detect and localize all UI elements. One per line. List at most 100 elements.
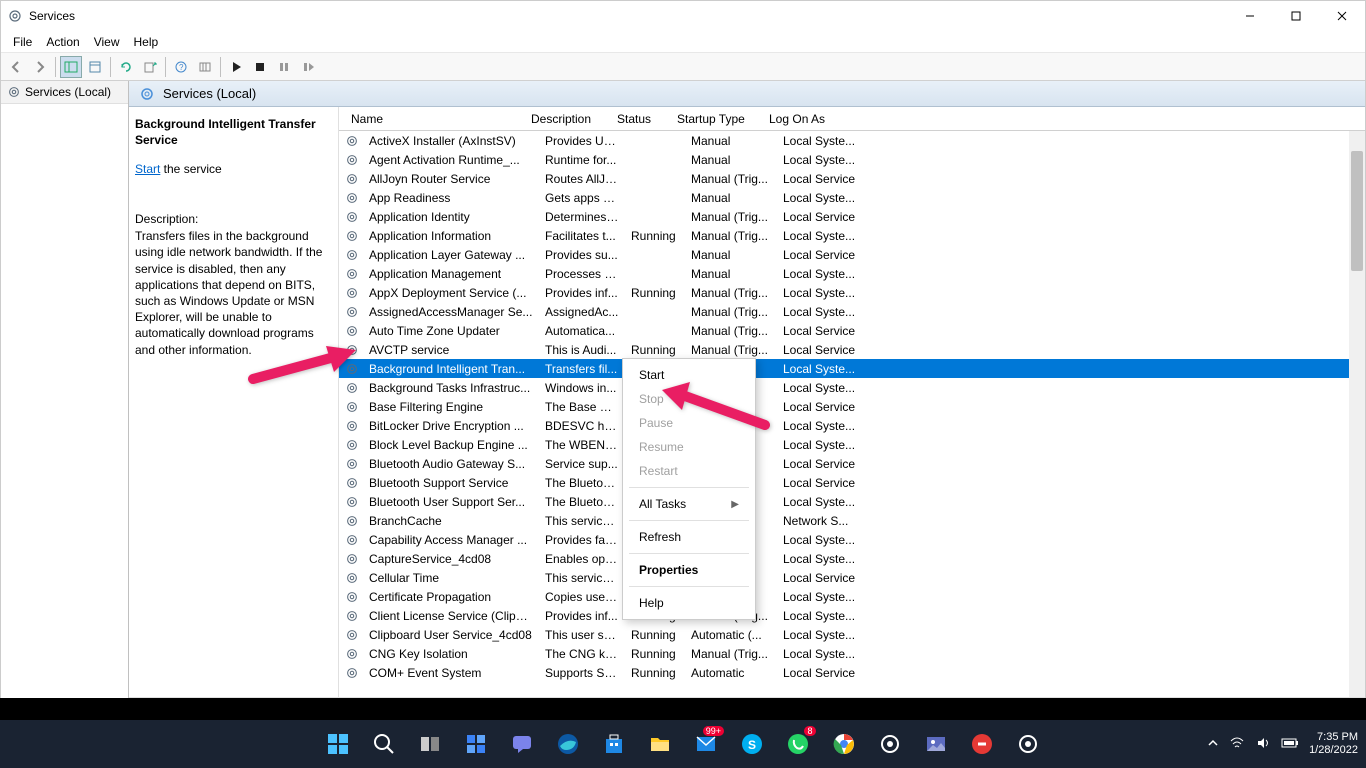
back-button[interactable] bbox=[5, 56, 27, 78]
service-desc-cell: Provides Us... bbox=[539, 134, 625, 148]
help-button[interactable]: ? bbox=[170, 56, 192, 78]
column-log-on-as[interactable]: Log On As bbox=[763, 112, 853, 126]
menu-help[interactable]: Help bbox=[134, 35, 159, 49]
service-row[interactable]: ActiveX Installer (AxInstSV)Provides Us.… bbox=[339, 131, 1365, 150]
service-row[interactable]: COM+ Event SystemSupports Sy...RunningAu… bbox=[339, 663, 1365, 682]
forward-button[interactable] bbox=[29, 56, 51, 78]
service-desc-cell: Windows in... bbox=[539, 381, 625, 395]
tray-chevron-icon[interactable] bbox=[1207, 737, 1219, 752]
whatsapp-icon[interactable]: 8 bbox=[778, 724, 818, 764]
start-service-link[interactable]: Start bbox=[135, 162, 160, 176]
column-name[interactable]: Name⌃ bbox=[345, 112, 525, 126]
service-row[interactable]: Agent Activation Runtime_...Runtime for.… bbox=[339, 150, 1365, 169]
service-row[interactable]: Bluetooth User Support Ser...The Bluetoo… bbox=[339, 492, 1365, 511]
minimize-button[interactable] bbox=[1227, 1, 1273, 31]
pictures-icon[interactable] bbox=[916, 724, 956, 764]
toolbar-extra-button[interactable] bbox=[194, 56, 216, 78]
properties-button[interactable] bbox=[84, 56, 106, 78]
stop-service-button[interactable] bbox=[249, 56, 271, 78]
gear-app-icon[interactable] bbox=[1008, 724, 1048, 764]
service-row[interactable]: Background Intelligent Tran...Transfers … bbox=[339, 359, 1365, 378]
service-row[interactable]: Application InformationFacilitates t...R… bbox=[339, 226, 1365, 245]
service-row[interactable]: CNG Key IsolationThe CNG ke...RunningMan… bbox=[339, 644, 1365, 663]
start-button[interactable] bbox=[318, 724, 358, 764]
service-row[interactable]: Application ManagementProcesses in...Man… bbox=[339, 264, 1365, 283]
app-icon-red[interactable] bbox=[962, 724, 1002, 764]
menu-view[interactable]: View bbox=[94, 35, 120, 49]
close-button[interactable] bbox=[1319, 1, 1365, 31]
service-row[interactable]: BitLocker Drive Encryption ...BDESVC hos… bbox=[339, 416, 1365, 435]
service-row[interactable]: Capability Access Manager ...Provides fa… bbox=[339, 530, 1365, 549]
pause-service-button[interactable] bbox=[273, 56, 295, 78]
service-row[interactable]: Base Filtering EngineThe Base Fil...Loca… bbox=[339, 397, 1365, 416]
column-description[interactable]: Description bbox=[525, 112, 611, 126]
ctx-properties[interactable]: Properties bbox=[623, 558, 755, 582]
mail-icon[interactable]: 99+ bbox=[686, 724, 726, 764]
volume-icon[interactable] bbox=[1255, 735, 1271, 754]
widgets-icon[interactable] bbox=[456, 724, 496, 764]
service-row[interactable]: Clipboard User Service_4cd08This user se… bbox=[339, 625, 1365, 644]
service-row[interactable]: Client License Service (ClipS...Provides… bbox=[339, 606, 1365, 625]
skype-icon[interactable]: S bbox=[732, 724, 772, 764]
service-desc-cell: Provides su... bbox=[539, 248, 625, 262]
list-body[interactable]: ActiveX Installer (AxInstSV)Provides Us.… bbox=[339, 131, 1365, 697]
menubar: File Action View Help bbox=[1, 31, 1365, 53]
menu-file[interactable]: File bbox=[13, 35, 32, 49]
tree-services-local[interactable]: Services (Local) bbox=[1, 81, 128, 104]
service-row[interactable]: Application IdentityDetermines ...Manual… bbox=[339, 207, 1365, 226]
service-row[interactable]: Block Level Backup Engine ...The WBENG..… bbox=[339, 435, 1365, 454]
chrome-icon[interactable] bbox=[824, 724, 864, 764]
search-icon[interactable] bbox=[364, 724, 404, 764]
service-logon-cell: Local Syste... bbox=[777, 381, 867, 395]
service-row[interactable]: CaptureService_4cd08Enables opti...Local… bbox=[339, 549, 1365, 568]
refresh-button[interactable] bbox=[115, 56, 137, 78]
service-row[interactable]: AVCTP serviceThis is Audi...RunningManua… bbox=[339, 340, 1365, 359]
service-row[interactable]: Bluetooth Support ServiceThe Bluetoo...L… bbox=[339, 473, 1365, 492]
restart-service-button[interactable] bbox=[297, 56, 319, 78]
service-row[interactable]: Background Tasks Infrastruc...Windows in… bbox=[339, 378, 1365, 397]
service-row[interactable]: Application Layer Gateway ...Provides su… bbox=[339, 245, 1365, 264]
service-row[interactable]: Auto Time Zone UpdaterAutomatica...Manua… bbox=[339, 321, 1365, 340]
edge-icon[interactable] bbox=[548, 724, 588, 764]
ctx-help[interactable]: Help bbox=[623, 591, 755, 615]
service-row[interactable]: App ReadinessGets apps re...ManualLocal … bbox=[339, 188, 1365, 207]
settings-icon[interactable] bbox=[870, 724, 910, 764]
service-logon-cell: Local Syste... bbox=[777, 609, 867, 623]
export-button[interactable] bbox=[139, 56, 161, 78]
service-row[interactable]: Certificate PropagationCopies user ...Lo… bbox=[339, 587, 1365, 606]
vertical-scrollbar[interactable] bbox=[1349, 131, 1365, 697]
chat-icon[interactable] bbox=[502, 724, 542, 764]
ctx-refresh[interactable]: Refresh bbox=[623, 525, 755, 549]
start-service-button[interactable] bbox=[225, 56, 247, 78]
tab-title: Services (Local) bbox=[163, 86, 256, 101]
wifi-icon[interactable] bbox=[1229, 735, 1245, 754]
ctx-all-tasks[interactable]: All Tasks▶ bbox=[623, 492, 755, 516]
sort-indicator-icon: ⌃ bbox=[385, 112, 395, 118]
store-icon[interactable] bbox=[594, 724, 634, 764]
service-logon-cell: Local Service bbox=[777, 210, 867, 224]
whatsapp-badge: 8 bbox=[804, 726, 816, 736]
task-view-icon[interactable] bbox=[410, 724, 450, 764]
service-row[interactable]: AppX Deployment Service (...Provides inf… bbox=[339, 283, 1365, 302]
service-desc-cell: This user ser... bbox=[539, 628, 625, 642]
service-row[interactable]: AllJoyn Router ServiceRoutes AllJo...Man… bbox=[339, 169, 1365, 188]
column-startup-type[interactable]: Startup Type bbox=[671, 112, 763, 126]
clock[interactable]: 7:35 PM 1/28/2022 bbox=[1309, 731, 1358, 757]
service-desc-cell: Determines ... bbox=[539, 210, 625, 224]
column-status[interactable]: Status bbox=[611, 112, 671, 126]
file-explorer-icon[interactable] bbox=[640, 724, 680, 764]
service-row[interactable]: Bluetooth Audio Gateway S...Service sup.… bbox=[339, 454, 1365, 473]
service-name-cell: COM+ Event System bbox=[363, 666, 539, 680]
service-row[interactable]: AssignedAccessManager Se...AssignedAc...… bbox=[339, 302, 1365, 321]
battery-icon[interactable] bbox=[1281, 737, 1299, 752]
maximize-button[interactable] bbox=[1273, 1, 1319, 31]
service-desc-cell: Supports Sy... bbox=[539, 666, 625, 680]
menu-action[interactable]: Action bbox=[46, 35, 79, 49]
service-row[interactable]: BranchCacheThis service ...Network S... bbox=[339, 511, 1365, 530]
scrollbar-thumb[interactable] bbox=[1351, 151, 1363, 271]
show-hide-tree-button[interactable] bbox=[60, 56, 82, 78]
service-desc-cell: The WBENG... bbox=[539, 438, 625, 452]
description-text: Transfers files in the background using … bbox=[135, 228, 328, 358]
service-row[interactable]: Cellular TimeThis service ...Local Servi… bbox=[339, 568, 1365, 587]
service-logon-cell: Local Service bbox=[777, 324, 867, 338]
